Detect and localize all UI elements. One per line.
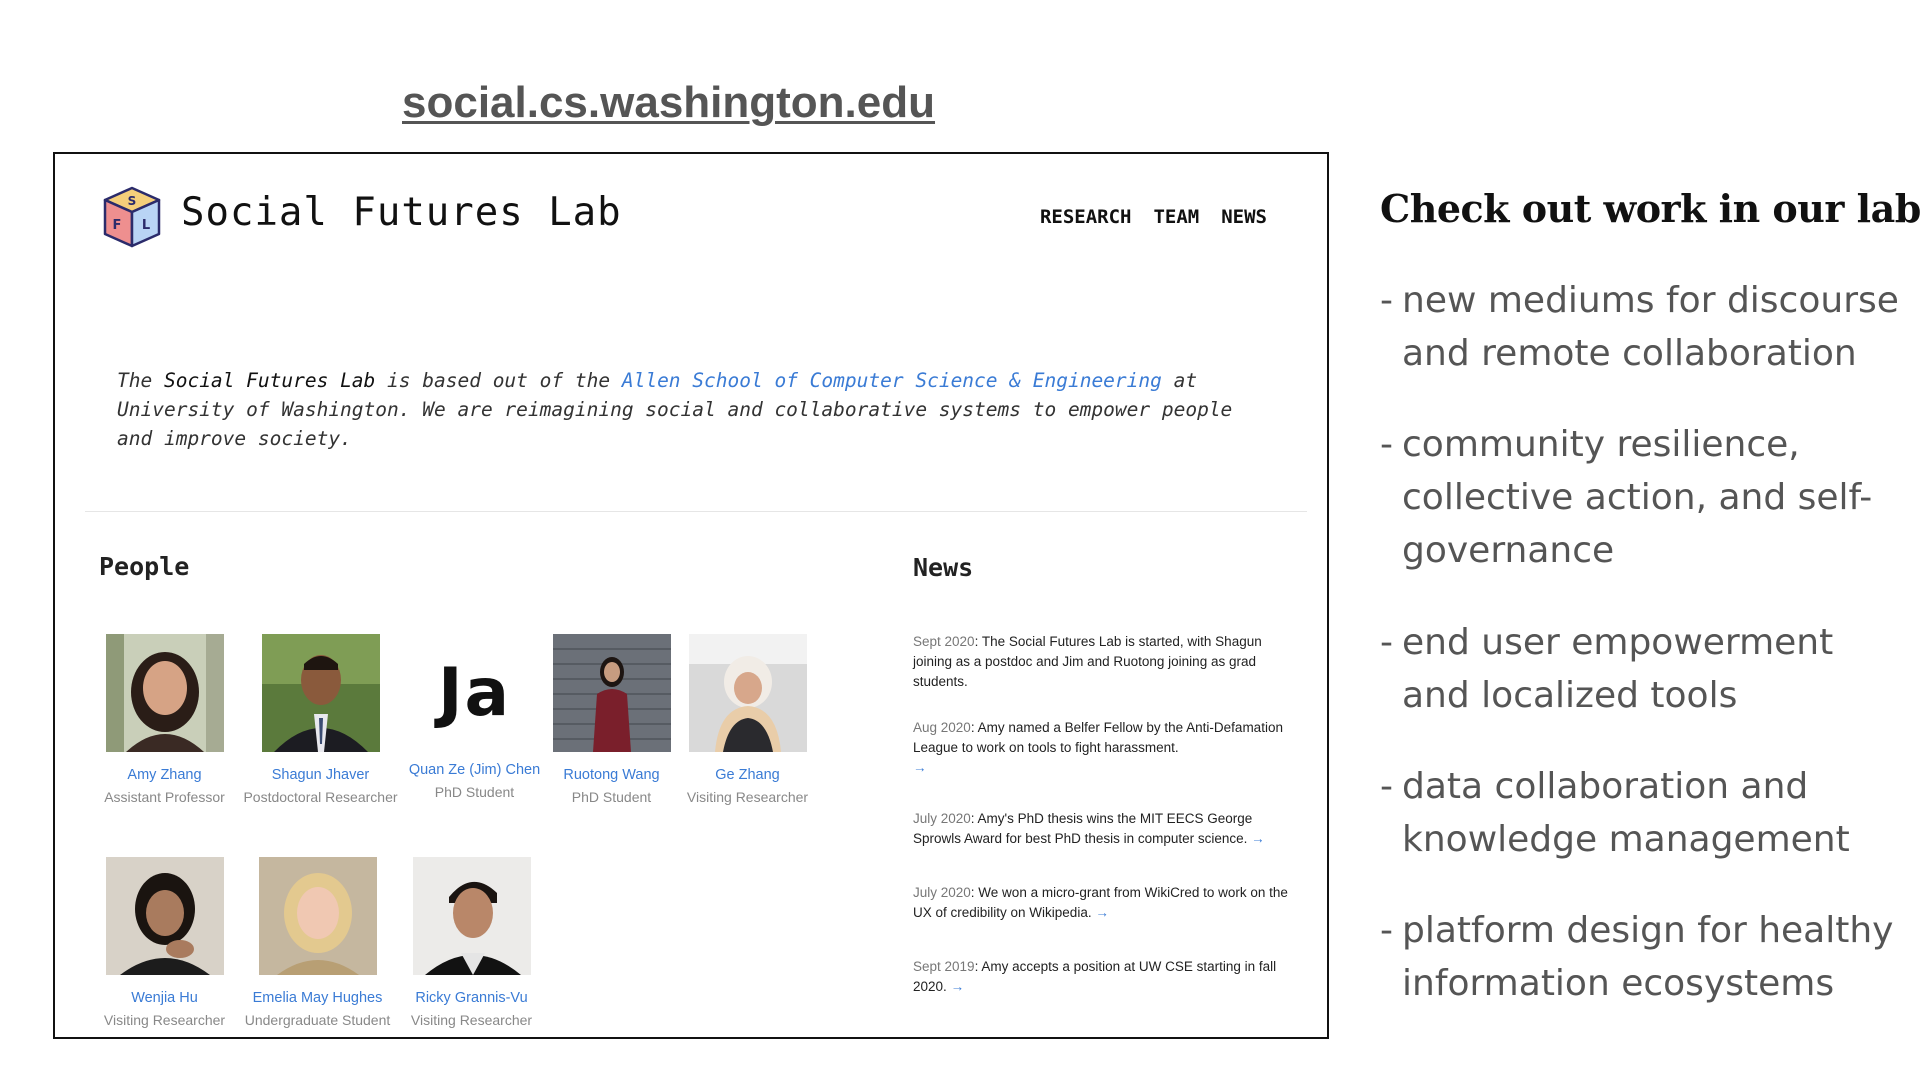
bullet-dash: -	[1380, 622, 1393, 663]
logo-letter-f: F	[113, 218, 122, 233]
intro-paragraph: The Social Futures Lab is based out of t…	[117, 366, 1277, 453]
person-photo[interactable]	[261, 634, 380, 752]
url-link[interactable]: social.cs.washington.edu	[402, 78, 935, 128]
arrow-right-icon[interactable]: →	[913, 760, 927, 775]
intro-pre: The	[117, 369, 164, 392]
person-card[interactable]: Amy Zhang Assistant Professor	[82, 634, 247, 805]
news-item: July 2020: We won a micro-grant from Wik…	[913, 883, 1298, 923]
person-photo[interactable]	[105, 634, 224, 752]
person-photo[interactable]	[552, 634, 671, 752]
site-title[interactable]: Social Futures Lab	[181, 190, 622, 235]
arrow-right-icon[interactable]: →	[1095, 905, 1109, 920]
nav-team[interactable]: TEAM	[1153, 206, 1199, 228]
person-card[interactable]: Shagun Jhaver Postdoctoral Researcher	[238, 634, 403, 805]
person-role: Undergraduate Student	[244, 1012, 391, 1028]
bullet-dash: -	[1380, 424, 1393, 465]
news-item: Sept 2020: The Social Futures Lab is sta…	[913, 632, 1298, 692]
news-date: July 2020	[913, 811, 971, 826]
person-card[interactable]: Wenjia Hu Visiting Researcher	[82, 857, 247, 1028]
news-date: Aug 2020	[913, 720, 971, 735]
news-item: Sept 2019: Amy accepts a position at UW …	[913, 957, 1298, 997]
person-name[interactable]: Amy Zhang	[82, 767, 247, 783]
arrow-right-icon[interactable]: →	[1251, 831, 1265, 846]
bullet-item: - new mediums for discourse and remote c…	[1380, 274, 1900, 380]
bullet-text: community resilience, collective action,…	[1402, 424, 1873, 571]
bullet-item: - end user empowerment and localized too…	[1380, 616, 1900, 722]
bullet-item: - platform design for healthy informatio…	[1380, 904, 1900, 1010]
sfl-cube-logo-icon[interactable]: S F L	[99, 184, 165, 250]
arrow-right-icon[interactable]: →	[951, 979, 965, 994]
logo-letter-l: L	[142, 218, 150, 233]
bullet-text: platform design for healthy information …	[1402, 910, 1894, 1004]
person-name[interactable]: Ricky Grannis-Vu	[389, 990, 554, 1006]
news-date: Sept 2019	[913, 959, 975, 974]
bullet-item: - data collaboration and knowledge manag…	[1380, 760, 1900, 866]
person-role: Visiting Researcher	[410, 1012, 533, 1028]
intro-lab-name: Social Futures Lab	[163, 369, 376, 392]
person-name[interactable]: Ge Zhang	[665, 767, 830, 783]
bullet-dash: -	[1380, 910, 1393, 951]
website-screenshot: S F L Social Futures Lab RESEARCH TEAM N…	[53, 152, 1329, 1039]
news-heading: News	[913, 553, 974, 582]
person-role: Visiting Researcher	[103, 1012, 226, 1028]
news-item: Aug 2020: Amy named a Belfer Fellow by t…	[913, 718, 1298, 778]
person-card[interactable]: Ricky Grannis-Vu Visiting Researcher	[389, 857, 554, 1028]
site-nav: RESEARCH TEAM NEWS	[1040, 206, 1267, 228]
bullet-text: end user empowerment and localized tools	[1402, 622, 1834, 716]
news-item: July 2020: Amy's PhD thesis wins the MIT…	[913, 809, 1298, 849]
person-name[interactable]: Emelia May Hughes	[235, 990, 400, 1006]
person-photo[interactable]	[688, 634, 807, 752]
bullet-dash: -	[1380, 280, 1393, 321]
allen-school-link[interactable]: Allen School of Computer Science & Engin…	[622, 369, 1162, 392]
person-photo[interactable]	[105, 857, 224, 975]
people-heading: People	[99, 552, 190, 581]
intro-mid: is based out of the	[375, 369, 622, 392]
person-role: Postdoctoral Researcher	[243, 789, 398, 805]
nav-news[interactable]: NEWS	[1221, 206, 1267, 228]
logo-letter-s: S	[128, 194, 137, 208]
person-card[interactable]: Ge Zhang Visiting Researcher	[665, 634, 830, 805]
person-card[interactable]: Emelia May Hughes Undergraduate Student	[235, 857, 400, 1028]
bullet-dash: -	[1380, 766, 1393, 807]
person-photo[interactable]: Ja	[416, 634, 534, 752]
person-role: Visiting Researcher	[686, 789, 809, 805]
bullet-item: - community resilience, collective actio…	[1380, 418, 1900, 577]
person-role: Assistant Professor	[104, 789, 225, 805]
bullet-text: new mediums for discourse and remote col…	[1402, 280, 1899, 374]
section-divider	[85, 511, 1307, 512]
nav-research[interactable]: RESEARCH	[1040, 206, 1132, 228]
person-name[interactable]: Shagun Jhaver	[238, 767, 403, 783]
person-photo[interactable]	[412, 857, 531, 975]
news-date: July 2020	[913, 885, 971, 900]
news-date: Sept 2020	[913, 634, 975, 649]
panel-title: Check out work in our lab!	[1380, 186, 1920, 231]
bullet-text: data collaboration and knowledge managem…	[1402, 766, 1850, 860]
person-name[interactable]: Wenjia Hu	[82, 990, 247, 1006]
person-photo[interactable]	[258, 857, 377, 975]
